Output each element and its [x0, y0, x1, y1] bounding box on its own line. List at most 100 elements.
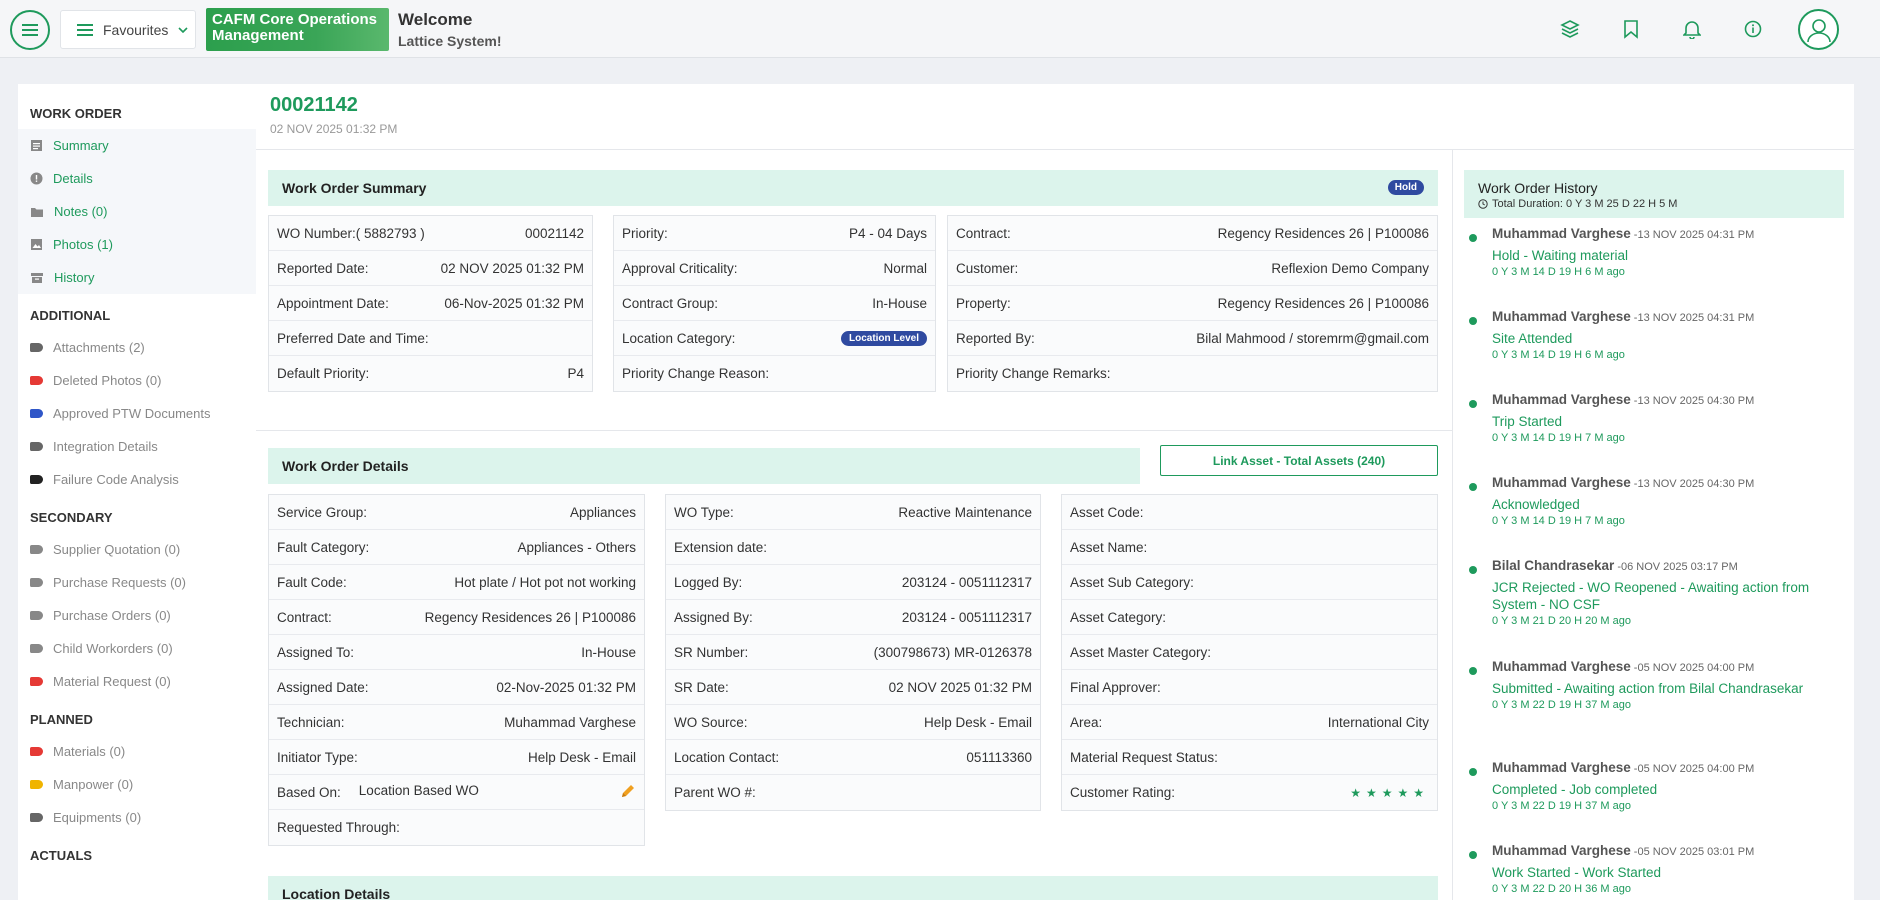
- sidebar-item-secondary-2[interactable]: Purchase Orders (0): [18, 599, 256, 632]
- history-user-name: Muhammad Varghese: [1492, 475, 1631, 490]
- welcome-block: Welcome Lattice System!: [398, 10, 501, 49]
- top-header: Favourites CAFM Core Operations Manageme…: [0, 0, 1880, 58]
- tag-icon: [30, 780, 43, 789]
- layers-button[interactable]: [1557, 16, 1583, 42]
- field-row: Property: Regency Residences 26 | P100086: [948, 286, 1437, 321]
- field-row: Location Category: Location Level: [614, 321, 935, 356]
- sidebar-item-label: Integration Details: [53, 439, 158, 454]
- notifications-button[interactable]: [1679, 16, 1705, 42]
- sidebar-item-photos[interactable]: Photos (1): [18, 228, 256, 261]
- sidebar-item-summary[interactable]: Summary: [18, 129, 256, 162]
- history-user-name: Muhammad Varghese: [1492, 309, 1631, 324]
- sidebar-item-notes[interactable]: Notes (0): [18, 195, 256, 228]
- sidebar-item-label: Details: [53, 171, 93, 186]
- divider: [1452, 150, 1453, 900]
- field-label: Initiator Type:: [277, 749, 358, 765]
- sidebar-item-label: History: [54, 270, 95, 285]
- info-button[interactable]: [1740, 16, 1766, 42]
- divider: [256, 430, 1452, 431]
- history-elapsed: 0 Y 3 M 21 D 20 H 20 M ago: [1492, 615, 1632, 627]
- sidebar-item-label: Materials (0): [53, 744, 126, 759]
- sidebar-item-additional-0[interactable]: Attachments (2): [18, 331, 256, 364]
- field-label: Final Approver:: [1070, 679, 1161, 695]
- sidebar-item-secondary-3[interactable]: Child Workorders (0): [18, 632, 256, 665]
- history-total-text: Total Duration: 0 Y 3 M 25 D 22 H 5 M: [1492, 198, 1678, 210]
- field-label: Appointment Date:: [277, 295, 389, 311]
- layers-icon: [1560, 20, 1580, 38]
- timeline-dot: [1469, 667, 1477, 675]
- history-status-remark: - Work Started: [1570, 865, 1662, 880]
- wo-date: 02 NOV 2025 01:32 PM: [270, 122, 398, 136]
- sidebar-item-additional-4[interactable]: Failure Code Analysis: [18, 463, 256, 496]
- field-value: 051113360: [966, 749, 1032, 765]
- user-avatar[interactable]: [1798, 9, 1839, 50]
- tag-icon: [30, 677, 43, 686]
- favourites-dropdown[interactable]: Favourites: [60, 10, 196, 49]
- edit-pencil-icon[interactable]: [620, 783, 636, 802]
- history-title: Work Order History: [1478, 180, 1598, 196]
- history-user-name: Muhammad Varghese: [1492, 760, 1631, 775]
- field-row: Priority: P4 - 04 Days: [614, 216, 935, 251]
- field-value: 06-Nov-2025 01:32 PM: [444, 295, 584, 311]
- field-row: Asset Code:: [1062, 495, 1437, 530]
- history-date: -13 NOV 2025 04:31 PM: [1633, 312, 1755, 324]
- history-elapsed: 0 Y 3 M 14 D 19 H 6 M ago: [1492, 349, 1625, 361]
- user-icon: [1806, 18, 1831, 42]
- brand-line-2: Management: [212, 27, 304, 44]
- field-row: Logged By: 203124 - 0051112317: [666, 565, 1040, 600]
- favourites-label: Favourites: [103, 21, 169, 38]
- history-date: -05 NOV 2025 04:00 PM: [1633, 763, 1755, 775]
- field-label: Asset Category:: [1070, 609, 1167, 625]
- menu-toggle-button[interactable]: [10, 10, 50, 50]
- link-asset-button[interactable]: Link Asset - Total Assets (240): [1160, 445, 1438, 476]
- sidebar-item-secondary-0[interactable]: Supplier Quotation (0): [18, 533, 256, 566]
- history-item: Muhammad Varghese -05 NOV 2025 03:01 PM Wo…: [1464, 843, 1849, 900]
- sidebar-item-label: Material Request (0): [53, 674, 171, 689]
- field-value: 02 NOV 2025 01:32 PM: [440, 260, 584, 276]
- field-label: Contract:: [277, 609, 332, 625]
- sidebar-item-additional-1[interactable]: Deleted Photos (0): [18, 364, 256, 397]
- sidebar-item-planned-1[interactable]: Manpower (0): [18, 768, 256, 801]
- sidebar-item-history[interactable]: History: [18, 261, 256, 294]
- field-value: Regency Residences 26 | P100086: [1217, 225, 1429, 241]
- field-label: SR Date:: [674, 679, 729, 695]
- sidebar-item-planned-0[interactable]: Materials (0): [18, 735, 256, 768]
- field-row: Based On: Location Based WO: [269, 775, 644, 810]
- history-status-remark: - NO CSF: [1537, 597, 1601, 612]
- main-content: 00021142 02 NOV 2025 01:32 PM Work Order…: [256, 84, 1854, 900]
- field-label: Location Category:: [622, 330, 736, 346]
- field-row: Preferred Date and Time:: [269, 321, 592, 356]
- history-status: Acknowledged: [1492, 496, 1849, 513]
- history-timeline: Muhammad Varghese -13 NOV 2025 04:31 PM Ho…: [1464, 226, 1849, 900]
- sidebar-item-additional-2[interactable]: Approved PTW Documents: [18, 397, 256, 430]
- field-label: Asset Sub Category:: [1070, 574, 1194, 590]
- field-label: Assigned By:: [674, 609, 753, 625]
- location-section-title: Location Details: [282, 886, 391, 900]
- field-row: SR Number: (300798673) MR-0126378: [666, 635, 1040, 670]
- sidebar-item-label: Equipments (0): [53, 810, 142, 825]
- system-name: Lattice System!: [398, 33, 502, 49]
- timeline-dot: [1469, 851, 1477, 859]
- image-icon: [31, 239, 42, 250]
- sidebar-item-secondary-4[interactable]: Material Request (0): [18, 665, 256, 698]
- field-value: Hot plate / Hot pot not working: [454, 574, 636, 590]
- field-value: 02 NOV 2025 01:32 PM: [888, 679, 1032, 695]
- summary-section-title: Work Order Summary: [282, 180, 427, 196]
- field-label: Contract Group:: [622, 295, 719, 311]
- field-row: Default Priority: P4: [269, 356, 592, 391]
- bookmark-button[interactable]: [1618, 16, 1644, 42]
- sidebar-item-details[interactable]: Details: [18, 162, 256, 195]
- sidebar-item-label: Failure Code Analysis: [53, 472, 179, 487]
- field-label: Fault Code:: [277, 574, 347, 590]
- sidebar-item-label: Photos (1): [53, 237, 113, 252]
- sidebar-item-planned-2[interactable]: Equipments (0): [18, 801, 256, 834]
- folder-icon: [31, 207, 43, 217]
- sidebar-item-additional-3[interactable]: Integration Details: [18, 430, 256, 463]
- tag-icon: [30, 442, 43, 451]
- field-label: Logged By:: [674, 574, 743, 590]
- tag-icon: [30, 376, 43, 385]
- field-value: Reactive Maintenance: [898, 504, 1032, 520]
- field-label: Reported Date:: [277, 260, 369, 276]
- history-status-text: Completed: [1492, 782, 1558, 797]
- sidebar-item-secondary-1[interactable]: Purchase Requests (0): [18, 566, 256, 599]
